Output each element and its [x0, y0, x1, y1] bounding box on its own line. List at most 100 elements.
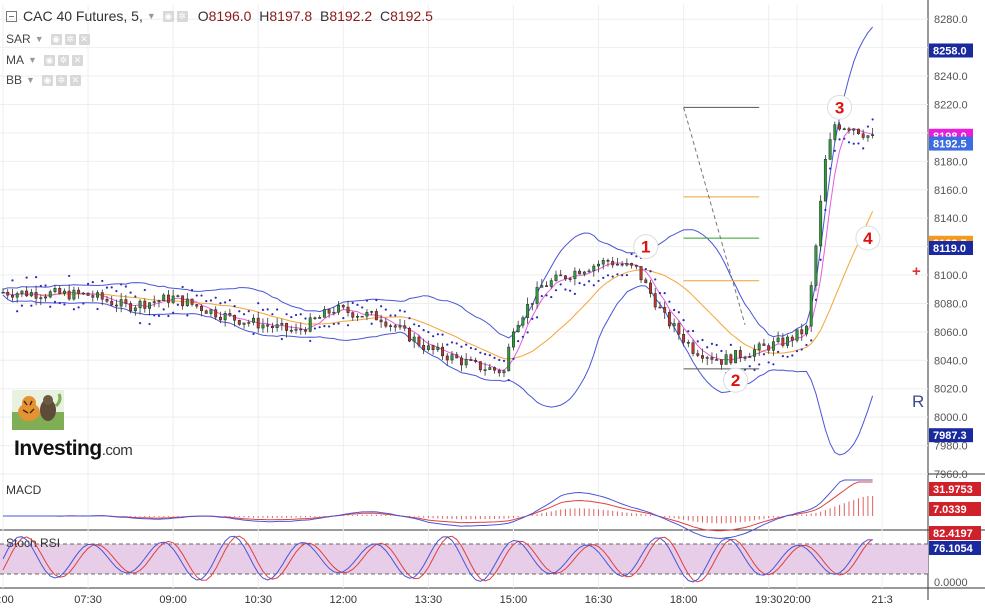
sar-dot — [63, 303, 66, 306]
stoch-tag-label: 82.4197 — [933, 528, 973, 540]
candle-body — [289, 329, 293, 332]
candle-body — [185, 298, 189, 307]
sar-dot — [30, 304, 33, 307]
sar-dot — [138, 322, 142, 325]
sar-dot — [649, 270, 652, 273]
y-tick-label: 8160.0 — [934, 185, 968, 197]
sar-dot — [261, 308, 265, 311]
gear-icon[interactable]: ✲ — [55, 74, 67, 86]
candle-body — [322, 309, 326, 318]
y-tick-label: 8280.0 — [934, 14, 968, 26]
sar-dot — [460, 345, 463, 348]
eye-icon[interactable]: ◉ — [50, 33, 62, 45]
candle-body — [195, 304, 199, 307]
price-tag-label: 8258.0 — [933, 45, 967, 57]
candle-body — [327, 309, 331, 314]
sar-dot — [304, 317, 307, 320]
candle-body — [256, 317, 260, 329]
candle-body — [545, 285, 548, 287]
candle-body — [110, 300, 114, 306]
candle-body — [474, 359, 478, 362]
indicator-label: BB — [6, 73, 23, 87]
tiger-logo-icon — [12, 390, 64, 435]
sar-dot — [469, 346, 473, 350]
candle-body — [370, 311, 374, 313]
candle-body — [601, 260, 605, 265]
sar-dot — [134, 295, 137, 298]
eye-icon[interactable]: ◉ — [41, 74, 53, 86]
chart-window: 7960.0 7980.0 8000.0 8020.0 8040.0 8060.0 8080… — [0, 0, 985, 615]
candle-body — [823, 158, 827, 202]
candle-body — [535, 287, 539, 304]
sar-dot — [49, 305, 52, 308]
candle-body — [734, 350, 738, 364]
candle-body — [615, 263, 619, 266]
candle-body — [649, 282, 652, 294]
sar-dot — [247, 310, 250, 313]
sar-dot — [677, 311, 680, 314]
sar-dot — [597, 279, 600, 283]
close-icon[interactable]: ✕ — [69, 74, 81, 86]
crosshair-add-icon[interactable]: + — [912, 263, 921, 280]
close-icon[interactable]: ✕ — [78, 33, 90, 45]
x-tick-label: 16:30 — [585, 594, 613, 606]
sar-dot — [436, 333, 439, 336]
sar-dot — [517, 340, 520, 343]
sar-dot — [86, 282, 90, 285]
sar-dot — [365, 299, 369, 302]
sar-dot — [441, 333, 444, 336]
candle-body — [554, 274, 558, 281]
indicator-label: MA — [6, 53, 24, 67]
sar-dot — [493, 356, 496, 359]
sar-dot — [862, 147, 865, 150]
stoch-band — [0, 544, 928, 574]
macd-tag-label: 7.0339 — [933, 504, 967, 516]
sar-dot — [351, 301, 354, 305]
collapse-icon[interactable] — [6, 10, 17, 22]
sar-dot — [819, 258, 822, 261]
sar-dot — [833, 149, 836, 152]
sar-dot — [814, 298, 818, 301]
close-icon[interactable]: ✕ — [71, 54, 83, 66]
eye-icon[interactable]: ◉ — [162, 10, 174, 22]
candle-body — [719, 359, 723, 365]
sar-dot — [838, 138, 841, 141]
candle-body — [625, 263, 629, 266]
sar-dot — [380, 305, 383, 308]
candle-body — [204, 310, 208, 314]
y-tick-label: 7980.0 — [934, 441, 968, 453]
reset-scale-button[interactable]: R — [912, 392, 924, 412]
candle-body — [757, 343, 761, 350]
sar-dot — [394, 314, 397, 317]
sar-dot — [11, 279, 14, 282]
candle-body — [356, 315, 359, 318]
sar-dot — [573, 292, 576, 295]
gear-icon[interactable]: ✲ — [64, 33, 76, 45]
chevron-down-icon[interactable]: ▼ — [26, 75, 35, 85]
x-tick-label: 21:3 — [871, 594, 892, 606]
sar-dot — [167, 314, 170, 318]
eye-icon[interactable]: ◉ — [43, 54, 55, 66]
indicator-row-bb: BB ▼ ◉ ✲ ✕ — [6, 73, 81, 87]
candle-body — [592, 265, 596, 272]
x-tick-label: 12:00 — [330, 594, 358, 606]
chevron-down-icon[interactable]: ▼ — [147, 11, 156, 21]
candle-body — [166, 294, 170, 303]
candle-body — [6, 291, 10, 296]
sar-dot — [332, 322, 335, 326]
x-tick-label: 10:30 — [244, 594, 272, 606]
candle-body — [497, 369, 501, 374]
sar-dot — [271, 313, 274, 316]
sar-dot — [176, 303, 179, 306]
candle-body — [237, 320, 241, 325]
chevron-down-icon[interactable]: ▼ — [35, 34, 44, 44]
x-tick-label: 07:30 — [74, 594, 102, 606]
annotation-label: 3 — [835, 98, 844, 117]
gear-icon[interactable]: ✲ — [176, 10, 188, 22]
gear-icon[interactable]: ✲ — [57, 54, 69, 66]
sar-dot — [535, 316, 539, 319]
chevron-down-icon[interactable]: ▼ — [28, 55, 37, 65]
price-tag-label: 7987.3 — [933, 430, 967, 442]
candle-body — [634, 265, 638, 267]
sar-dot — [280, 337, 283, 341]
